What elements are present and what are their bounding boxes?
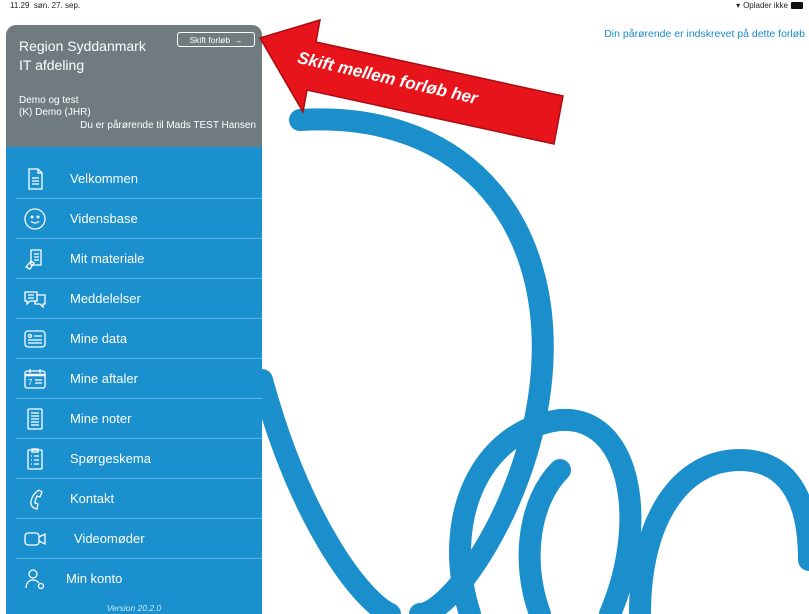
notes-icon [27,408,43,430]
video-camera-icon [24,532,46,546]
material-icon [24,249,42,270]
menu-item-min-konto[interactable]: Min konto [6,559,262,599]
app-version: Version 20.2.0 [106,603,162,613]
main-menu: Velkommen Vidensbase Mit materiale Medde… [6,147,262,614]
menu-item-kontakt[interactable]: Kontakt [6,479,262,519]
calendar-icon: 7 [24,369,46,389]
smiley-icon [24,208,46,230]
svg-text:7: 7 [28,378,33,387]
arrow-right-icon: → [234,34,243,45]
chat-bubbles-icon [24,291,46,309]
switch-course-button[interactable]: Skift forløb → [177,32,255,47]
department-name: IT afdeling [19,57,85,73]
id-card-icon [24,330,46,348]
relative-enrolled-notice: Din pårørende er indskrevet på dette for… [604,28,805,40]
region-name: Region Syddanmark [19,38,146,54]
menu-item-velkommen[interactable]: Velkommen [6,159,262,199]
menu-item-mine-data[interactable]: Mine data [6,319,262,359]
menu-item-mit-materiale[interactable]: Mit materiale [6,239,262,279]
clipboard-icon [27,448,43,470]
menu-item-mine-noter[interactable]: Mine noter [6,399,262,439]
phone-icon [30,489,43,510]
relative-info: Du er pårørende til Mads TEST Hansen [80,120,256,131]
status-bar: 11.29 søn. 27. sep. ▾ Oplader ikke [0,0,809,12]
sidebar-header: Region Syddanmark IT afdeling Skift forl… [6,25,262,147]
menu-item-spoergeskema[interactable]: Spørgeskema [6,439,262,479]
user-icon [25,569,45,590]
sidebar: Region Syddanmark IT afdeling Skift forl… [6,25,262,614]
menu-item-videomoeder[interactable]: Videomøder [6,519,262,559]
menu-item-mine-aftaler[interactable]: 7 Mine aftaler [6,359,262,399]
battery-icon [791,2,803,9]
charging-text: Oplader ikke [743,1,788,10]
switch-course-label: Skift forløb [189,34,231,45]
status-right: ▾ Oplader ikke [736,1,803,10]
course-unit: (K) Demo (JHR) [19,107,91,118]
document-icon [28,168,43,190]
wifi-icon: ▾ [736,1,741,10]
status-time: 11.29 søn. 27. sep. [10,1,81,10]
course-name: Demo og test [19,95,79,106]
menu-item-meddelelser[interactable]: Meddelelser [6,279,262,319]
menu-item-vidensbase[interactable]: Vidensbase [6,199,262,239]
